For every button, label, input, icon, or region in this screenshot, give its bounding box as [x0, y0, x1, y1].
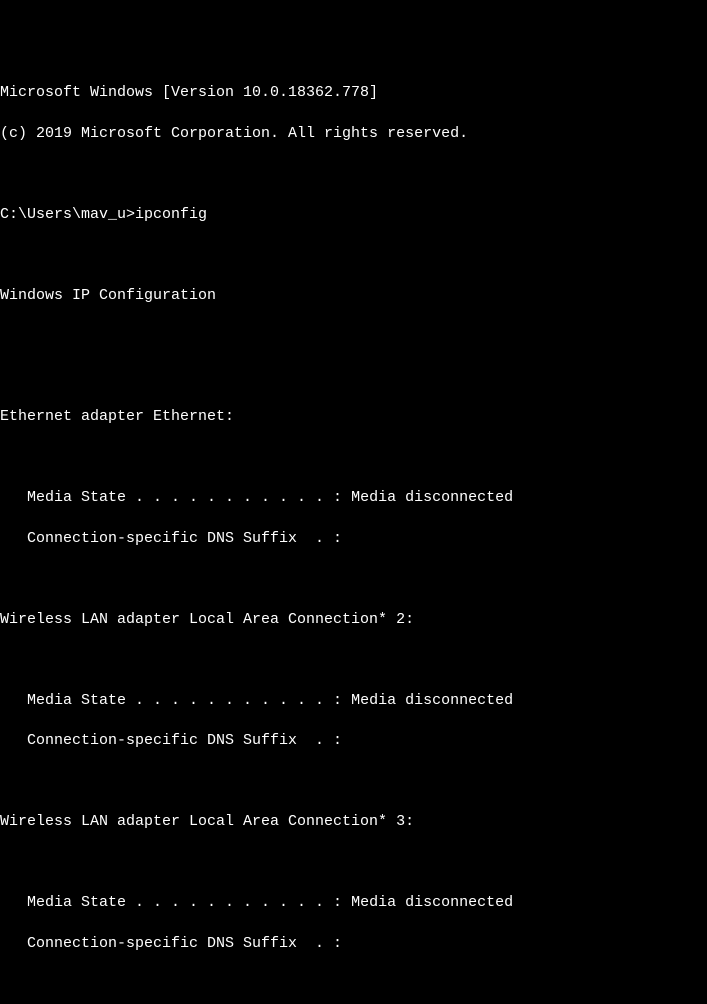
blank-line — [0, 164, 707, 184]
adapter-dns-suffix: Connection-specific DNS Suffix . : — [0, 934, 707, 954]
prompt-path: C:\Users\mav_u> — [0, 206, 135, 223]
blank-line — [0, 772, 707, 792]
prompt-command: ipconfig — [135, 206, 207, 223]
adapter-dns-suffix: Connection-specific DNS Suffix . : — [0, 529, 707, 549]
blank-line — [0, 326, 707, 346]
adapter-heading: Wireless LAN adapter Local Area Connecti… — [0, 812, 707, 832]
blank-line — [0, 650, 707, 670]
version-line: Microsoft Windows [Version 10.0.18362.77… — [0, 83, 707, 103]
adapter-dns-suffix: Connection-specific DNS Suffix . : — [0, 731, 707, 751]
adapter-heading: Ethernet adapter Ethernet: — [0, 407, 707, 427]
adapter-media-state: Media State . . . . . . . . . . . : Medi… — [0, 893, 707, 913]
adapter-media-state: Media State . . . . . . . . . . . : Medi… — [0, 488, 707, 508]
copyright-line: (c) 2019 Microsoft Corporation. All righ… — [0, 124, 707, 144]
ipconfig-title: Windows IP Configuration — [0, 286, 707, 306]
blank-line — [0, 853, 707, 873]
blank-line — [0, 569, 707, 589]
blank-line — [0, 367, 707, 387]
blank-line — [0, 448, 707, 468]
adapter-heading: Wireless LAN adapter Local Area Connecti… — [0, 610, 707, 630]
prompt-line[interactable]: C:\Users\mav_u>ipconfig — [0, 205, 707, 225]
blank-line — [0, 245, 707, 265]
adapter-media-state: Media State . . . . . . . . . . . : Medi… — [0, 691, 707, 711]
blank-line — [0, 974, 707, 994]
